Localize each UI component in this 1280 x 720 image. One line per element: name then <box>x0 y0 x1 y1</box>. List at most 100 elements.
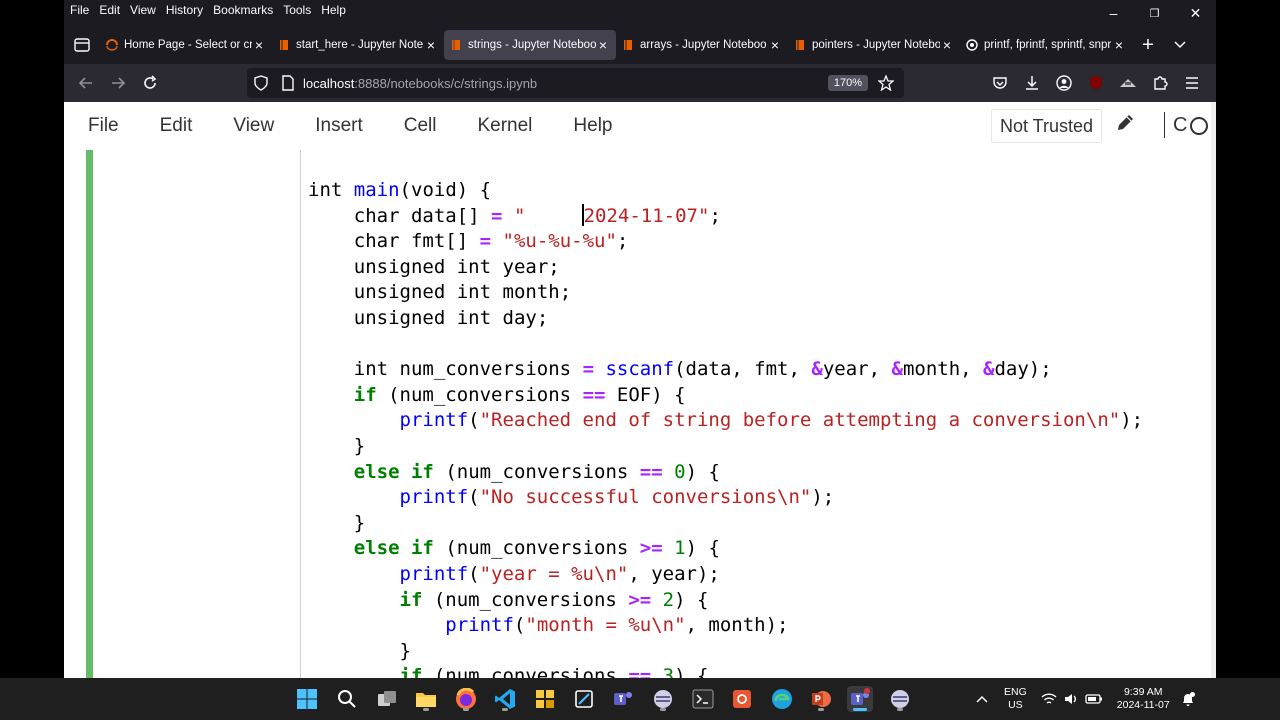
magnifier-icon <box>338 690 356 708</box>
tab-strip: Home Page - Select or cr × start_here - … <box>64 28 1216 62</box>
app-menu-button[interactable] <box>1176 67 1208 99</box>
url-text[interactable]: localhost:8888/notebooks/c/strings.ipynb <box>303 76 828 91</box>
zoom-level-badge[interactable]: 170% <box>827 75 868 91</box>
tab-list-button[interactable] <box>64 28 100 62</box>
snipping-tool-icon <box>575 690 593 708</box>
close-tab-icon[interactable]: × <box>1112 37 1126 53</box>
tab-home-page[interactable]: Home Page - Select or cr × <box>100 30 272 60</box>
code-line: int num_conversions = sscanf(data, fmt, … <box>353 358 1052 381</box>
account-button[interactable] <box>1048 67 1080 99</box>
running-indicator <box>502 708 508 711</box>
firefox-icon[interactable] <box>453 686 479 712</box>
tab-arrays[interactable]: arrays - Jupyter Noteboo × <box>616 30 788 60</box>
bookmark-star-icon[interactable] <box>878 75 894 91</box>
chevron-up-icon[interactable] <box>976 695 988 703</box>
edge-icon[interactable] <box>769 686 795 712</box>
code-line: unsigned int year; <box>353 255 560 278</box>
extensions-button[interactable] <box>1144 67 1176 99</box>
new-tab-button[interactable]: + <box>1132 30 1164 60</box>
tab-printf[interactable]: printf, fprintf, sprintf, snpr × <box>960 30 1132 60</box>
code-line: printf("Reached end of string before att… <box>399 409 1144 432</box>
jupyter-menu-insert[interactable]: Insert <box>315 115 363 137</box>
clock[interactable]: 9:39 AM 2024-11-07 <box>1117 686 1170 712</box>
hamburger-menu-icon <box>1186 77 1198 89</box>
wifi-icon[interactable] <box>1041 692 1057 706</box>
pocket-button[interactable] <box>984 67 1016 99</box>
close-tab-icon[interactable]: × <box>252 37 266 53</box>
reload-icon <box>144 75 157 89</box>
tab-title: strings - Jupyter Noteboo <box>468 39 596 51</box>
jupyter-menu-help[interactable]: Help <box>573 115 612 137</box>
edit-mode-button[interactable] <box>1114 112 1140 138</box>
teams-icon[interactable] <box>610 686 636 712</box>
running-indicator <box>463 708 469 711</box>
jupyter-menu-view[interactable]: View <box>233 115 274 137</box>
close-tab-icon[interactable]: × <box>424 37 438 53</box>
shield-icon[interactable] <box>253 75 269 91</box>
battery-icon[interactable] <box>1085 693 1103 705</box>
code-line: if (num_conversions >= 2) { <box>399 588 709 611</box>
app-icon[interactable] <box>650 686 676 712</box>
jupyter-menubar: File Edit View Insert Cell Kernel Help N… <box>64 102 1216 151</box>
volume-icon[interactable] <box>1063 692 1079 706</box>
code-cell-input[interactable]: int main(void) { char data[] = " 2024-11… <box>300 150 1201 678</box>
ublock-button[interactable] <box>1080 67 1112 99</box>
notification-bell-icon[interactable] <box>1180 691 1196 707</box>
menu-bookmarks[interactable]: Bookmarks <box>213 3 273 17</box>
powerpoint-icon[interactable] <box>808 686 834 712</box>
close-tab-icon[interactable]: × <box>768 37 782 53</box>
app-icon[interactable] <box>887 686 913 712</box>
extension-button[interactable] <box>1112 67 1144 99</box>
url-bar[interactable]: localhost:8888/notebooks/c/strings.ipynb… <box>247 68 904 98</box>
code-line: unsigned int month; <box>353 281 572 304</box>
app-icon[interactable] <box>571 686 597 712</box>
windows-start-icon[interactable] <box>294 686 320 712</box>
jupyter-menu-kernel[interactable]: Kernel <box>477 115 532 137</box>
close-tab-icon[interactable]: × <box>940 37 954 53</box>
jupyter-menu-cell[interactable]: Cell <box>404 115 437 137</box>
code-cell[interactable]: int main(void) { char data[] = " 2024-11… <box>86 150 1201 678</box>
tab-start-here[interactable]: start_here - Jupyter Notel × <box>272 30 444 60</box>
vscode-icon[interactable] <box>492 686 518 712</box>
tab-pointers[interactable]: pointers - Jupyter Notebo × <box>788 30 960 60</box>
code-editor[interactable]: int main(void) { char data[] = " 2024-11… <box>308 178 1143 678</box>
search-icon[interactable] <box>334 686 360 712</box>
jupyter-page: File Edit View Insert Cell Kernel Help N… <box>64 102 1216 678</box>
list-all-tabs-button[interactable] <box>1164 30 1196 60</box>
powerpoint-logo-icon <box>812 691 831 707</box>
downloads-button[interactable] <box>1016 67 1048 99</box>
language-indicator[interactable]: ENG US <box>1004 686 1027 712</box>
windows-taskbar: ENG US 9:39 AM 2024-11-07 <box>0 678 1280 720</box>
menu-tools[interactable]: Tools <box>283 3 311 17</box>
menu-help[interactable]: Help <box>321 3 346 17</box>
restore-button[interactable]: ❐ <box>1134 0 1175 26</box>
ublock-icon <box>1090 76 1102 90</box>
menu-edit[interactable]: Edit <box>99 3 120 17</box>
teams-icon[interactable] <box>847 686 873 712</box>
jupyter-menu-edit[interactable]: Edit <box>160 115 193 137</box>
not-trusted-button[interactable]: Not Trusted <box>991 109 1103 143</box>
terminal-icon[interactable] <box>690 686 716 712</box>
menu-file[interactable]: File <box>70 3 89 17</box>
file-explorer-icon[interactable] <box>413 686 439 712</box>
close-window-button[interactable]: ✕ <box>1175 0 1216 26</box>
teams-logo-icon <box>614 692 632 705</box>
app-icon[interactable] <box>729 686 755 712</box>
task-view-icon[interactable] <box>374 686 400 712</box>
code-line: printf("month = %u\n", month); <box>445 614 789 637</box>
reload-button[interactable] <box>134 67 166 99</box>
minimize-button[interactable]: – <box>1093 0 1134 26</box>
page-scrollbar[interactable] <box>1211 102 1216 678</box>
menu-view[interactable]: View <box>130 3 156 17</box>
running-indicator <box>423 708 429 711</box>
running-indicator <box>660 708 666 711</box>
forward-button[interactable] <box>102 67 134 99</box>
page-icon[interactable] <box>281 75 295 91</box>
jupyter-menu-file[interactable]: File <box>88 115 119 137</box>
close-tab-icon[interactable]: × <box>596 37 610 53</box>
back-button[interactable] <box>70 67 102 99</box>
tab-strings[interactable]: strings - Jupyter Noteboo × <box>444 30 616 60</box>
menu-history[interactable]: History <box>166 3 203 17</box>
app-icon[interactable] <box>532 686 558 712</box>
code-line: } <box>308 511 366 534</box>
